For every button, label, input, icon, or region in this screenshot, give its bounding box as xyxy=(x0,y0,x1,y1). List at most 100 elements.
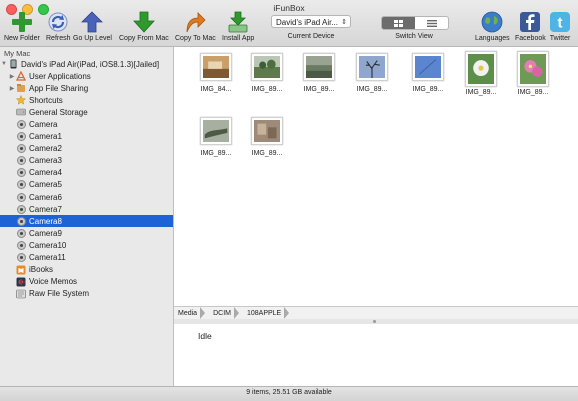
sidebar-item-label: User Applications xyxy=(29,71,91,81)
sidebar-item-label: Camera10 xyxy=(29,240,67,250)
facebook-button[interactable]: Facebook xyxy=(515,11,546,42)
file-item[interactable]: IMG_84... xyxy=(196,53,236,97)
sidebar-item-label: App File Sharing xyxy=(29,83,89,93)
photo-thumbnail xyxy=(517,51,549,87)
camera-icon xyxy=(16,168,26,178)
sidebar-item[interactable]: Camera6 xyxy=(0,191,173,203)
switch-view-label: Switch View xyxy=(395,33,433,40)
sidebar-item-label: Shortcuts xyxy=(29,95,63,105)
path-bar: Media DCIM 108APPLE xyxy=(174,306,578,320)
sidebar-item[interactable]: Camera10 xyxy=(0,239,173,251)
log-text: Idle xyxy=(198,331,212,341)
twitter-button[interactable]: t Twitter xyxy=(549,11,571,42)
grid-view-icon xyxy=(394,19,403,27)
status-text: 9 items, 25.51 GB available xyxy=(246,389,332,396)
camera-icon xyxy=(16,216,26,226)
disclosure-closed-icon[interactable]: ▶ xyxy=(8,73,16,80)
icon-view-button[interactable] xyxy=(382,17,415,29)
sidebar-item-label: iBooks xyxy=(29,265,54,275)
twitter-label: Twitter xyxy=(549,35,571,42)
sidebar-item[interactable]: iBooks xyxy=(0,264,173,276)
photo-thumbnail xyxy=(356,53,388,81)
ipad-icon xyxy=(8,59,18,69)
ibooks-icon xyxy=(16,265,26,275)
file-name: IMG_89... xyxy=(251,150,283,157)
file-item[interactable]: IMG_89... xyxy=(513,51,553,99)
chevron-updown-icon: ⇕ xyxy=(341,19,347,26)
sidebar-item[interactable]: Raw File System xyxy=(0,288,173,300)
current-device-select[interactable]: David's iPad Air... ⇕ xyxy=(271,15,351,28)
sidebar-item-label: Camera11 xyxy=(29,253,66,262)
file-item[interactable]: IMG_89... xyxy=(196,117,236,161)
device-node[interactable]: ▼ David's iPad Air(iPad, iOS8.1.3)[Jaile… xyxy=(0,58,173,70)
sidebar-item[interactable]: Camera8 xyxy=(0,215,173,228)
sidebar-item-label: Camera5 xyxy=(29,180,62,190)
file-item[interactable]: IMG_89... xyxy=(461,51,501,99)
languages-button[interactable]: Languages xyxy=(475,11,510,42)
sidebar-item[interactable]: Camera3 xyxy=(0,155,173,167)
disclosure-closed-icon[interactable]: ▶ xyxy=(8,85,16,92)
sidebar: My Mac ▼ David's iPad Air(iPad, iOS8.1.3… xyxy=(0,47,174,386)
sidebar-item[interactable]: Camera4 xyxy=(0,167,173,179)
file-item[interactable]: IMG_89... xyxy=(352,53,392,97)
path-segment-label: 108APPLE xyxy=(246,309,282,317)
copy-from-mac-button[interactable]: Copy From Mac xyxy=(119,11,169,42)
photo-thumbnail xyxy=(200,53,232,81)
arrow-up-icon xyxy=(81,11,104,33)
switch-view-control[interactable] xyxy=(381,16,449,30)
sidebar-item[interactable]: Shortcuts xyxy=(0,94,173,106)
path-segment[interactable]: DCIM xyxy=(209,307,243,319)
raw-fs-icon xyxy=(16,289,26,299)
sidebar-item[interactable]: Camera9 xyxy=(0,227,173,239)
list-view-button[interactable] xyxy=(415,17,448,29)
copy-to-mac-button[interactable]: Copy To Mac xyxy=(175,11,216,42)
sidebar-item-label: Voice Memos xyxy=(29,277,78,287)
sidebar-item-label: Camera xyxy=(29,119,58,129)
path-segment[interactable]: 108APPLE xyxy=(243,307,293,319)
disclosure-open-icon[interactable]: ▼ xyxy=(0,61,8,67)
file-item[interactable]: IMG_89... xyxy=(408,53,448,97)
camera-icon xyxy=(16,228,26,238)
file-name: IMG_89... xyxy=(303,86,335,93)
chevron-right-icon xyxy=(233,307,239,319)
facebook-icon xyxy=(520,12,541,32)
twitter-icon: t xyxy=(550,12,570,32)
log-pane: Idle xyxy=(174,324,578,386)
path-segment[interactable]: Media xyxy=(174,307,209,319)
sidebar-item[interactable]: Camera11 xyxy=(0,252,173,264)
sidebar-item[interactable]: Camera2 xyxy=(0,143,173,155)
sidebar-item-label: Raw File System xyxy=(29,289,90,299)
sidebar-item-label: Camera9 xyxy=(29,228,62,238)
file-item[interactable]: IMG_89... xyxy=(299,53,339,97)
refresh-button[interactable]: Refresh xyxy=(46,11,71,42)
new-folder-label: New Folder xyxy=(4,35,40,42)
sidebar-item[interactable]: Camera5 xyxy=(0,179,173,191)
sidebar-item-label: Camera1 xyxy=(29,132,62,141)
sidebar-item[interactable]: General Storage xyxy=(0,106,173,118)
file-name: IMG_89... xyxy=(412,86,444,93)
camera-icon xyxy=(16,192,26,202)
install-app-button[interactable]: Install App xyxy=(222,11,254,42)
go-up-level-button[interactable]: Go Up Level xyxy=(73,11,112,42)
sidebar-item[interactable]: ▶ App File Sharing xyxy=(0,82,173,94)
sidebar-item[interactable]: Camera7 xyxy=(0,203,173,215)
path-segment-label: Media xyxy=(178,309,198,317)
chevron-right-icon xyxy=(200,307,206,319)
star-icon xyxy=(16,95,26,105)
sidebar-item[interactable]: Voice Memos xyxy=(0,276,173,288)
plus-icon xyxy=(11,12,32,32)
sidebar-item[interactable]: Camera xyxy=(0,118,173,130)
facebook-label: Facebook xyxy=(515,35,546,42)
new-folder-button[interactable]: New Folder xyxy=(4,11,40,42)
go-up-label: Go Up Level xyxy=(73,35,112,42)
sidebar-item[interactable]: Camera1 xyxy=(0,131,173,143)
camera-icon xyxy=(16,180,26,190)
file-item[interactable]: IMG_89... xyxy=(247,53,287,97)
sidebar-item-label: Camera2 xyxy=(29,144,62,154)
sidebar-item[interactable]: ▶ User Applications xyxy=(0,70,173,82)
svg-text:t: t xyxy=(558,15,563,32)
current-device-label: Current Device xyxy=(287,33,335,40)
file-name: IMG_89... xyxy=(517,89,549,96)
photo-thumbnail xyxy=(412,53,444,81)
file-item[interactable]: IMG_89... xyxy=(247,117,287,161)
